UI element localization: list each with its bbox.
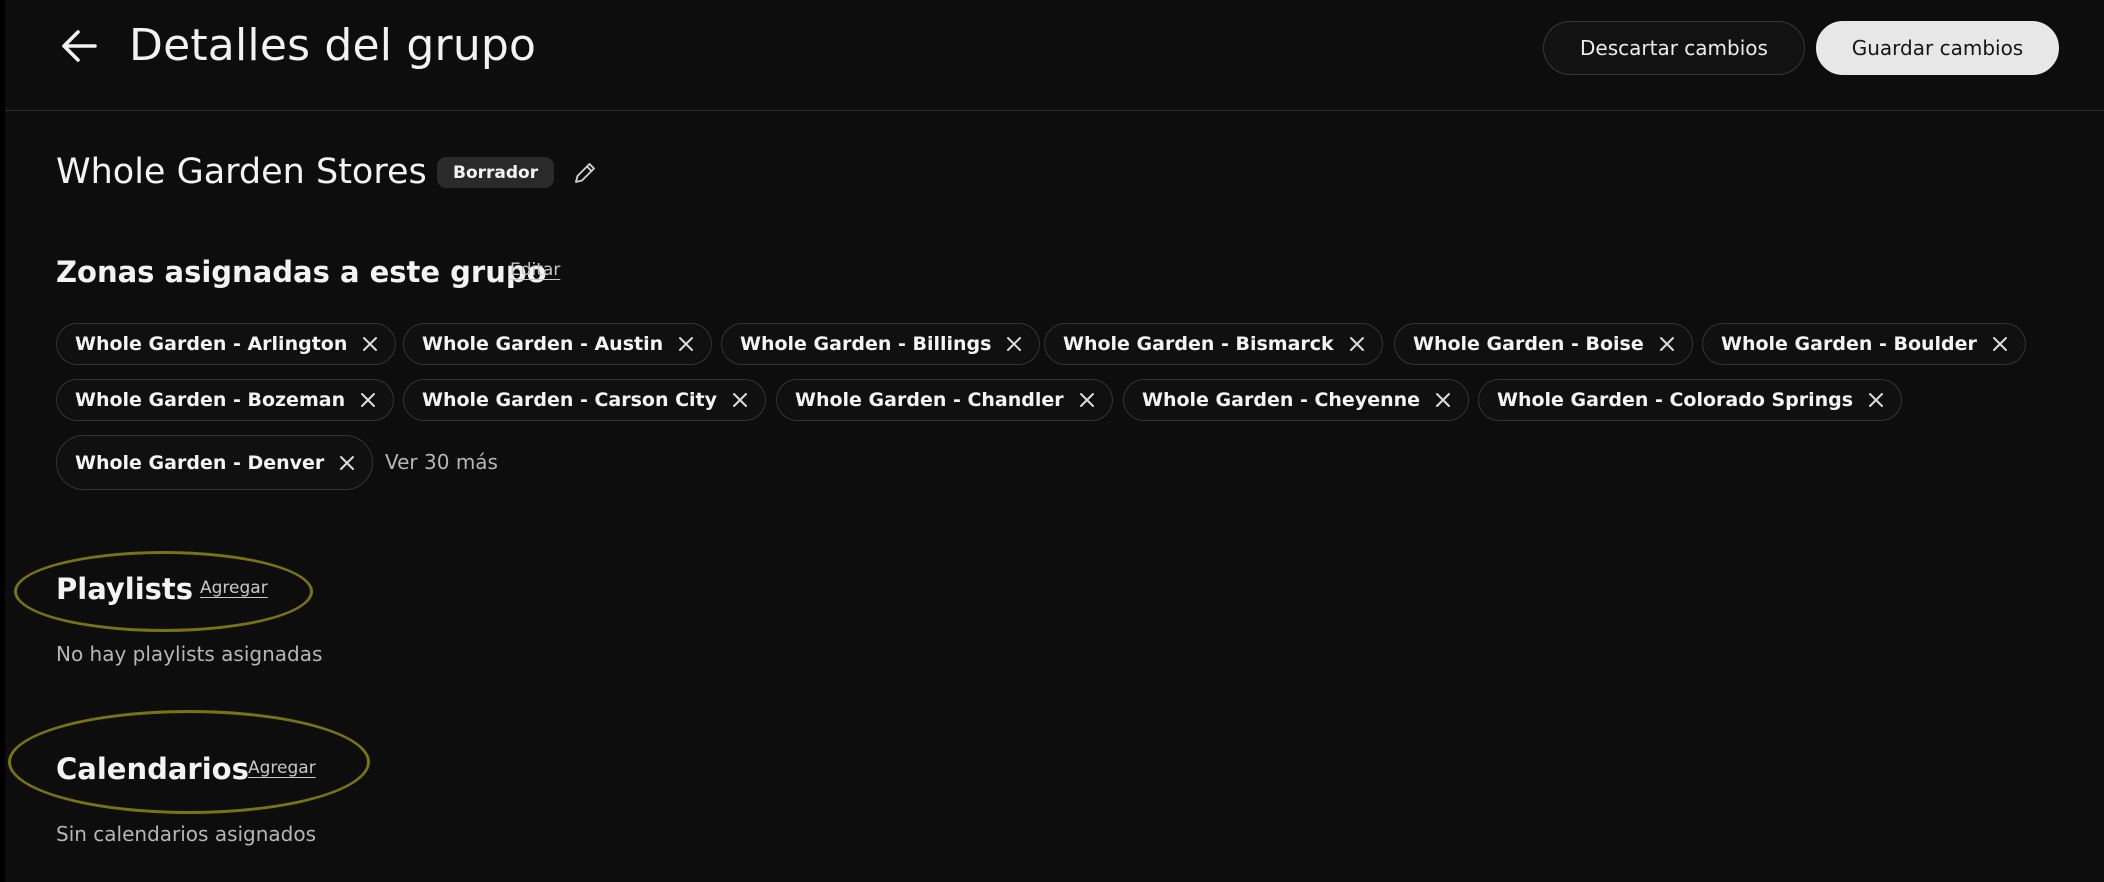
edit-zones-link[interactable]: Editar xyxy=(510,260,560,280)
arrow-left-icon xyxy=(62,30,97,62)
zone-chip: Whole Garden - Cheyenne xyxy=(1123,379,1470,421)
zone-chip-label: Whole Garden - Chandler xyxy=(795,389,1064,411)
back-button[interactable] xyxy=(55,22,103,70)
pencil-icon xyxy=(575,163,595,183)
zone-chip: Whole Garden - Billings xyxy=(721,323,1041,365)
zone-chip: Whole Garden - Denver xyxy=(56,435,374,490)
zone-chip: Whole Garden - Boulder xyxy=(1702,323,2026,365)
remove-zone-button[interactable] xyxy=(1346,333,1368,355)
show-more-zones-link[interactable]: Ver 30 más xyxy=(385,450,498,474)
add-calendar-link[interactable]: Agregar xyxy=(248,758,316,778)
remove-zone-button[interactable] xyxy=(1989,333,2011,355)
remove-zone-button[interactable] xyxy=(359,333,381,355)
page-header: Detalles del grupo Descartar cambios Gua… xyxy=(5,0,2104,111)
zone-chip: Whole Garden - Carson City xyxy=(403,379,767,421)
playlists-empty-state: No hay playlists asignadas xyxy=(56,642,323,666)
page-title: Detalles del grupo xyxy=(129,20,537,71)
edit-group-name-button[interactable] xyxy=(569,157,601,189)
save-changes-button[interactable]: Guardar cambios xyxy=(1816,21,2059,75)
group-name: Whole Garden Stores xyxy=(56,152,427,192)
zones-section-title: Zonas asignadas a este grupo xyxy=(56,255,547,289)
zone-chip-label: Whole Garden - Bismarck xyxy=(1063,333,1334,355)
remove-zone-button[interactable] xyxy=(1076,389,1098,411)
calendars-empty-state: Sin calendarios asignados xyxy=(56,822,317,846)
zone-chip: Whole Garden - Arlington xyxy=(56,323,397,365)
remove-zone-button[interactable] xyxy=(1656,333,1678,355)
zone-chip: Whole Garden - Chandler xyxy=(776,379,1113,421)
remove-zone-button[interactable] xyxy=(729,389,751,411)
zone-chip: Whole Garden - Bozeman xyxy=(56,379,395,421)
close-icon xyxy=(1436,393,1451,407)
close-icon xyxy=(340,455,355,470)
zone-chip-label: Whole Garden - Denver xyxy=(75,451,325,474)
close-icon xyxy=(679,337,694,351)
remove-zone-button[interactable] xyxy=(1003,333,1025,355)
zone-chip-label: Whole Garden - Arlington xyxy=(75,333,348,355)
remove-zone-button[interactable] xyxy=(357,389,379,411)
add-playlist-link[interactable]: Agregar xyxy=(200,578,268,598)
close-icon xyxy=(733,393,748,407)
close-icon xyxy=(1349,337,1364,351)
zone-chip: Whole Garden - Colorado Springs xyxy=(1478,379,1903,421)
close-icon xyxy=(1007,337,1022,351)
zone-chip: Whole Garden - Bismarck xyxy=(1044,323,1383,365)
calendars-section-title: Calendarios xyxy=(56,752,249,786)
zone-chip-label: Whole Garden - Carson City xyxy=(422,389,718,411)
close-icon xyxy=(1079,393,1094,407)
remove-zone-button[interactable] xyxy=(1432,389,1454,411)
zone-chip-label: Whole Garden - Cheyenne xyxy=(1142,389,1421,411)
status-badge: Borrador xyxy=(437,157,555,188)
zone-chip-label: Whole Garden - Colorado Springs xyxy=(1497,389,1854,411)
zone-chip-label: Whole Garden - Austin xyxy=(422,333,664,355)
zone-chip: Whole Garden - Austin xyxy=(403,323,713,365)
zone-chip: Whole Garden - Boise xyxy=(1394,323,1693,365)
remove-zone-button[interactable] xyxy=(336,452,358,474)
discard-changes-button[interactable]: Descartar cambios xyxy=(1543,21,1805,75)
close-icon xyxy=(363,337,378,351)
zone-chip-label: Whole Garden - Bozeman xyxy=(75,389,346,411)
close-icon xyxy=(361,393,376,407)
remove-zone-button[interactable] xyxy=(1865,389,1887,411)
zone-chip-label: Whole Garden - Boise xyxy=(1413,333,1644,355)
zone-chip-label: Whole Garden - Boulder xyxy=(1721,333,1977,355)
playlists-section-title: Playlists xyxy=(56,572,194,606)
zone-chip-label: Whole Garden - Billings xyxy=(740,333,992,355)
close-icon xyxy=(1869,393,1884,407)
remove-zone-button[interactable] xyxy=(675,333,697,355)
close-icon xyxy=(1992,337,2007,351)
group-details-page: Detalles del grupo Descartar cambios Gua… xyxy=(0,0,2104,882)
close-icon xyxy=(1659,337,1674,351)
